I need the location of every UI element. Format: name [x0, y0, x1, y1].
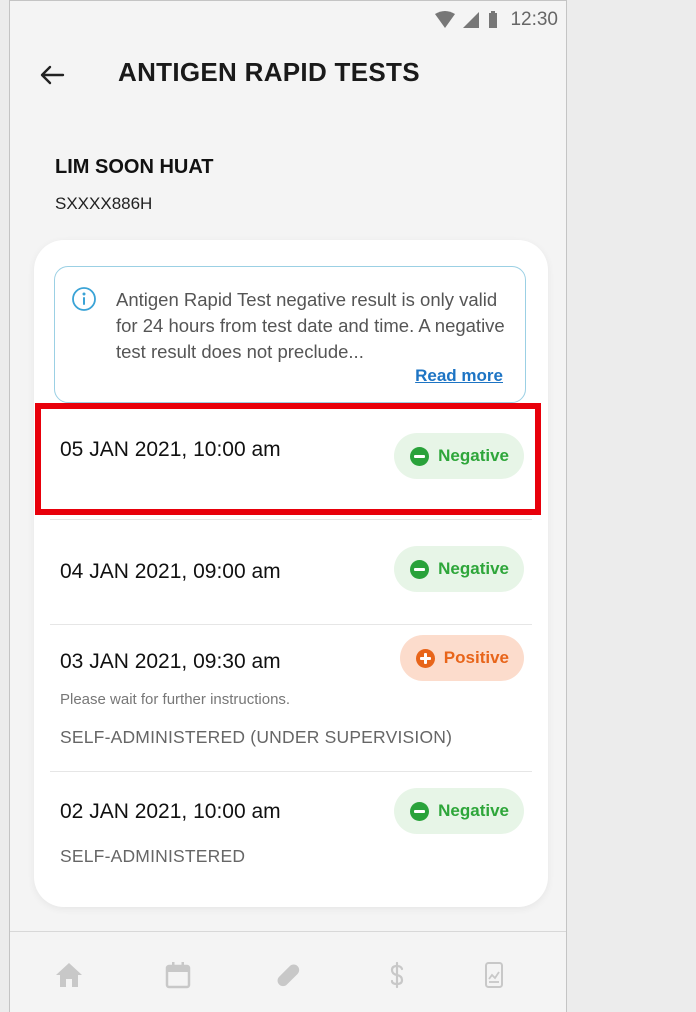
bottom-navigation — [10, 931, 566, 1012]
notice-text: Antigen Rapid Test negative result is on… — [116, 289, 505, 362]
info-notice: Antigen Rapid Test negative result is on… — [54, 266, 526, 403]
test-date: 03 JAN 2021, 09:30 am — [60, 650, 281, 673]
administration-type: SELF-ADMINISTERED (UNDER SUPERVISION) — [60, 727, 453, 747]
result-badge-positive: Positive — [399, 635, 524, 681]
result-label: Positive — [443, 648, 509, 667]
row-divider — [50, 771, 532, 772]
read-more-link[interactable]: Read more — [415, 366, 503, 386]
test-row[interactable]: 04 JAN 2021, 09:00 am Negative — [60, 546, 524, 606]
clock: 12:30 — [510, 9, 558, 30]
test-date: 02 JAN 2021, 10:00 am — [60, 800, 281, 823]
test-row[interactable]: 02 JAN 2021, 10:00 am Negative SELF-ADMI… — [60, 788, 524, 868]
patient-id: SXXXX886H — [55, 194, 153, 213]
test-row[interactable]: 03 JAN 2021, 09:30 am Positive Please wa… — [60, 635, 524, 755]
patient-name: LIM SOON HUAT — [55, 156, 214, 178]
selection-highlight — [35, 403, 541, 515]
home-icon[interactable] — [54, 960, 84, 990]
result-label: Negative — [438, 801, 509, 820]
document-chart-icon[interactable] — [479, 960, 509, 990]
row-divider — [50, 624, 532, 625]
info-icon — [72, 287, 96, 311]
battery-icon — [489, 11, 498, 28]
administration-type: SELF-ADMINISTERED — [60, 846, 246, 866]
page-title: ANTIGEN RAPID TESTS — [118, 57, 420, 87]
result-badge-negative: Negative — [394, 788, 524, 834]
plus-circle-icon — [415, 648, 435, 668]
dollar-icon[interactable] — [382, 960, 412, 990]
test-results-card: Antigen Rapid Test negative result is on… — [34, 240, 548, 907]
back-arrow-icon[interactable] — [38, 61, 66, 89]
row-divider — [50, 519, 532, 520]
test-date: 04 JAN 2021, 09:00 am — [60, 560, 281, 583]
test-note: Please wait for further instructions. — [60, 691, 291, 708]
result-label: Negative — [438, 559, 509, 578]
signal-icon — [463, 12, 480, 28]
wifi-icon — [435, 11, 456, 28]
pill-icon[interactable] — [273, 960, 303, 990]
status-bar: 12:30 — [434, 9, 558, 31]
result-badge-negative: Negative — [394, 546, 524, 592]
app-header: ANTIGEN RAPID TESTS — [10, 51, 566, 99]
minus-circle-icon — [410, 559, 430, 579]
minus-circle-icon — [410, 801, 430, 821]
calendar-icon[interactable] — [163, 960, 193, 990]
